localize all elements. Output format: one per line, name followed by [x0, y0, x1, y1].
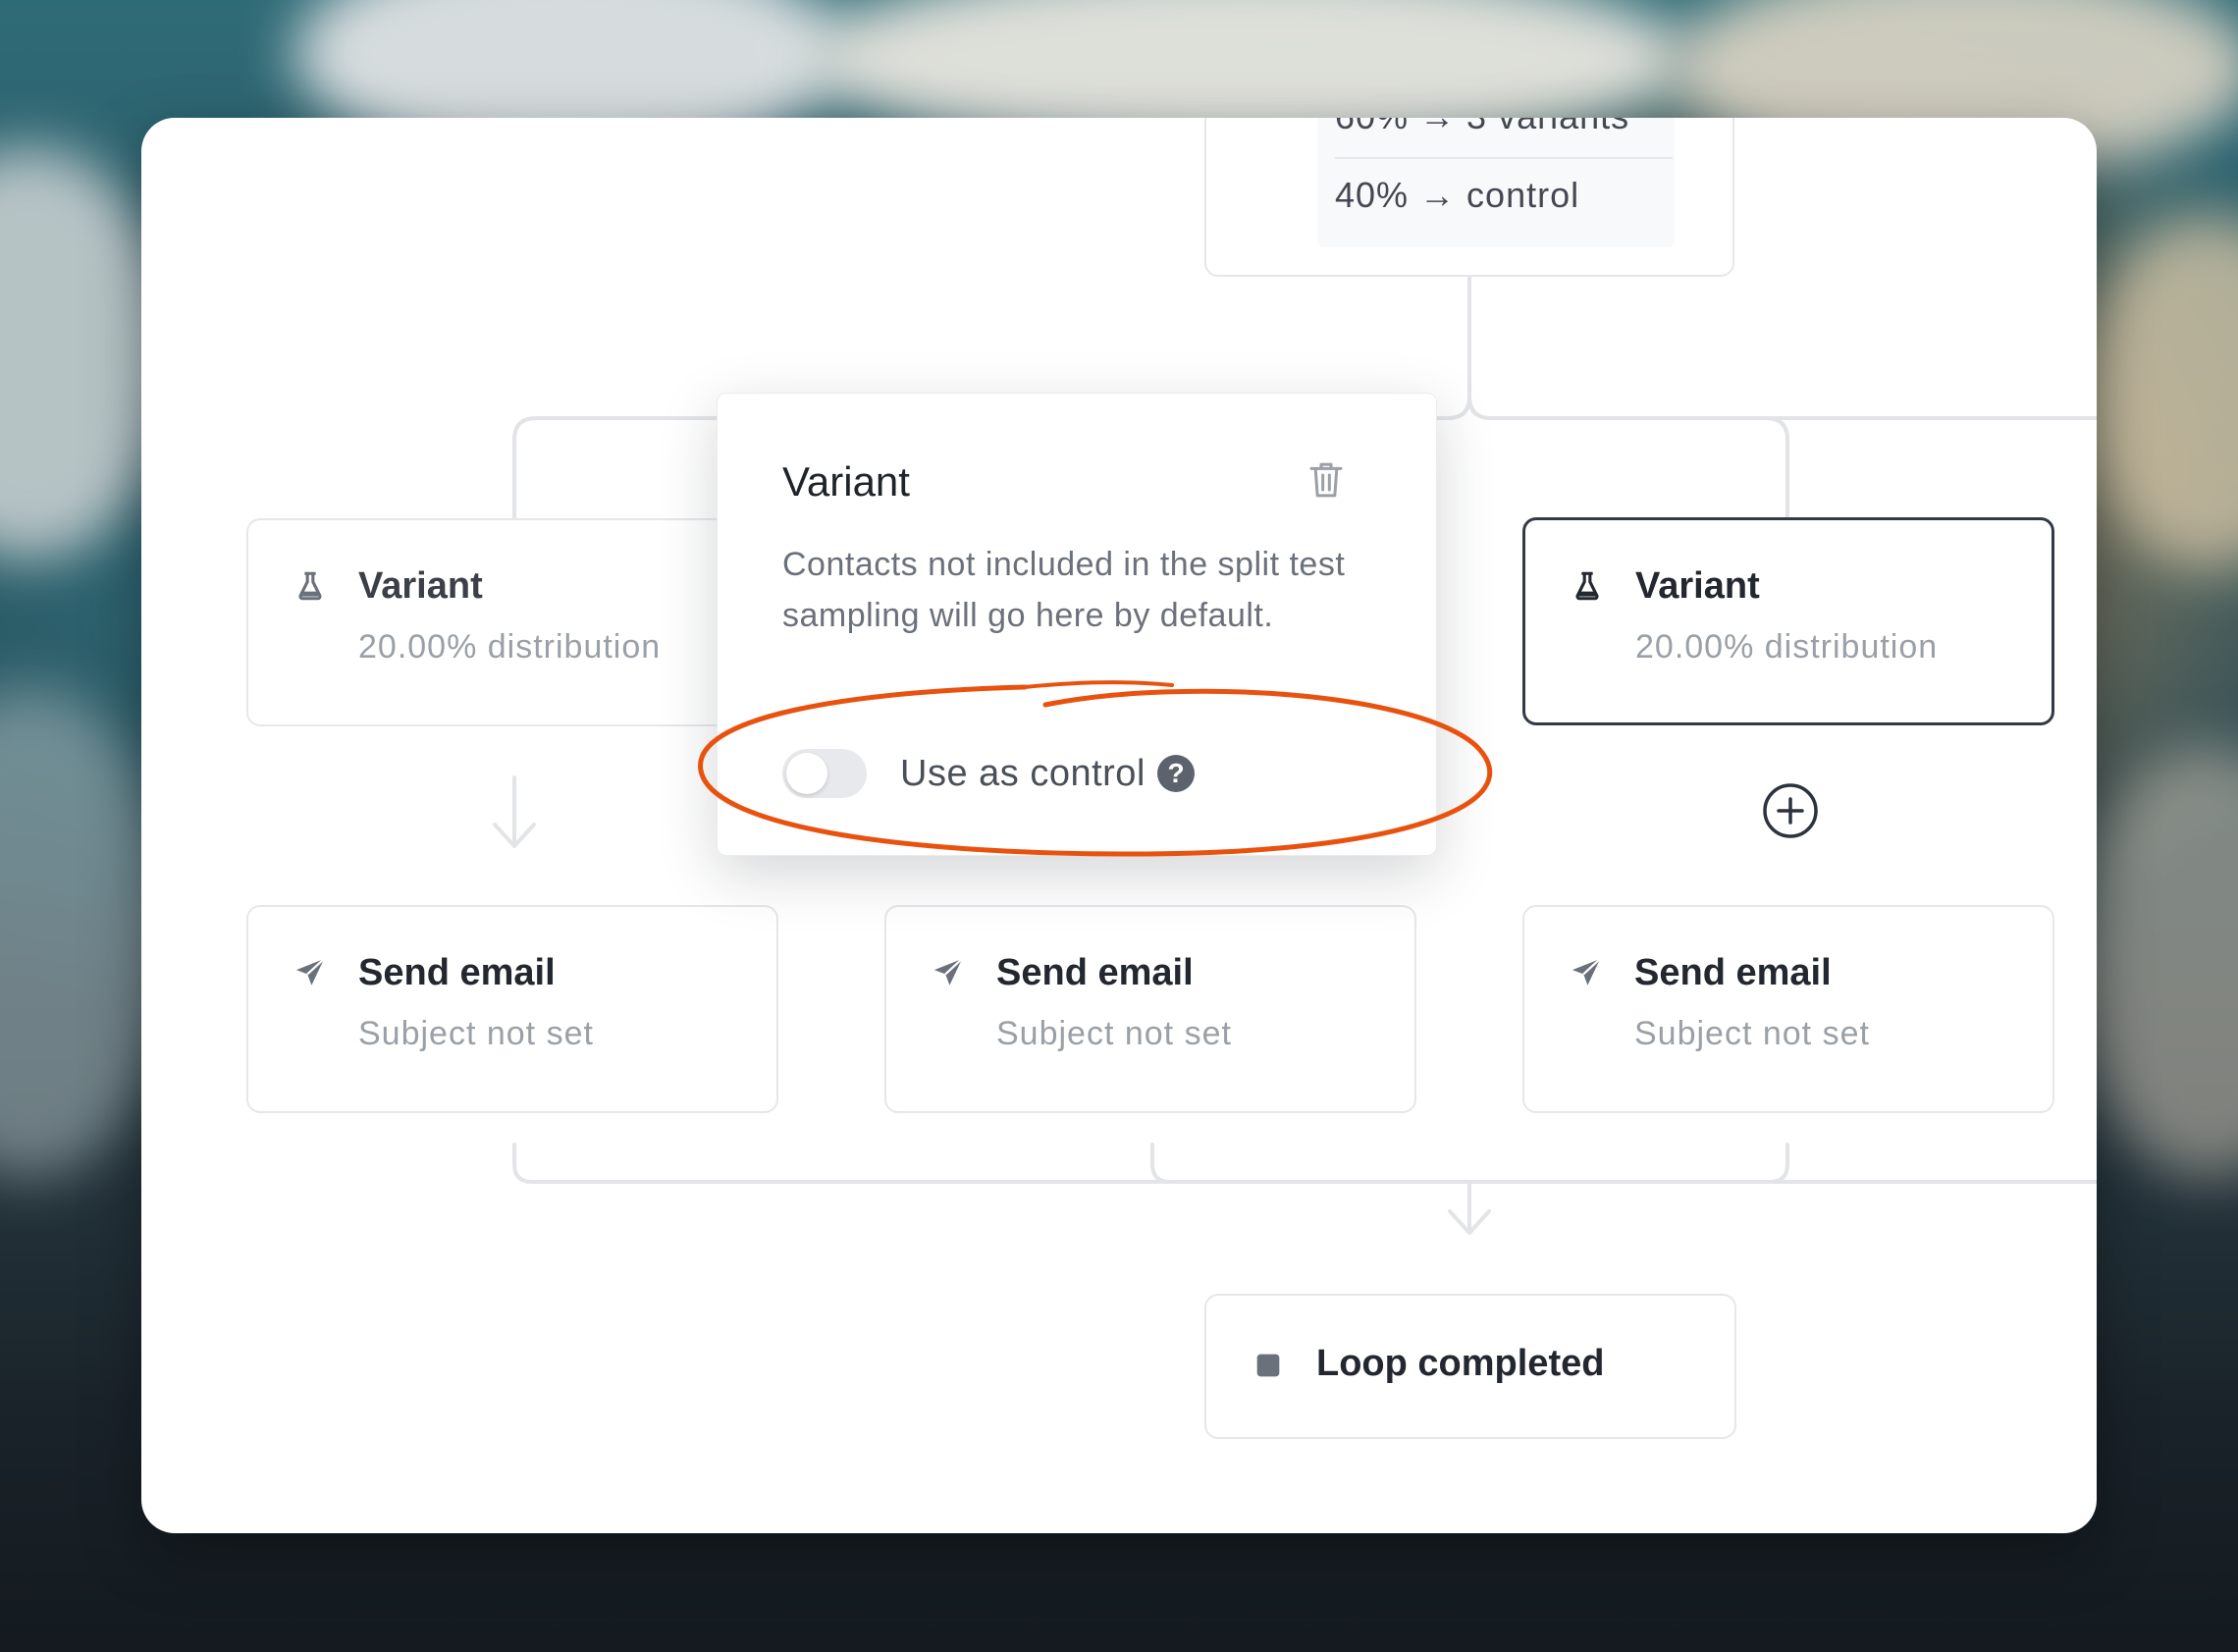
paper-plane-icon — [933, 957, 963, 986]
toggle-knob — [786, 753, 827, 794]
add-step-button[interactable] — [1761, 781, 1820, 840]
variant-distribution: 20.00% distribution — [358, 628, 662, 666]
use-as-control-label: Use as control — [900, 753, 1146, 794]
send-email-node-left[interactable]: Send email Subject not set — [246, 905, 778, 1113]
split-row-variants: 60% → 3 variants — [1335, 118, 1629, 137]
flask-icon — [298, 571, 322, 601]
variant-node-right[interactable]: Variant 20.00% distribution — [1522, 517, 2054, 725]
popover-description: Contacts not included in the split test … — [782, 546, 1346, 634]
flask-icon — [1575, 571, 1599, 601]
email-subject-status: Subject not set — [358, 1015, 594, 1052]
send-email-title: Send email — [996, 952, 1194, 993]
popover-title: Variant — [782, 458, 910, 505]
send-email-node-middle[interactable]: Send email Subject not set — [884, 905, 1416, 1113]
send-email-title: Send email — [1634, 952, 1832, 993]
trash-icon[interactable] — [1306, 458, 1346, 502]
variant-distribution: 20.00% distribution — [1635, 628, 1939, 666]
paper-plane-icon — [1572, 957, 1601, 986]
workflow-canvas: 60% → 3 variants 40% → control Variant 2… — [141, 118, 2097, 1533]
variant-title: Variant — [358, 565, 483, 607]
stop-square-icon — [1256, 1354, 1280, 1377]
use-as-control-toggle[interactable] — [782, 749, 867, 798]
split-divider — [1335, 157, 1673, 159]
help-icon[interactable]: ? — [1157, 755, 1195, 792]
email-subject-status: Subject not set — [1634, 1015, 1870, 1052]
paper-plane-icon — [295, 957, 325, 986]
loop-completed-title: Loop completed — [1316, 1343, 1605, 1384]
variant-title: Variant — [1635, 565, 1760, 607]
variant-node-left[interactable]: Variant 20.00% distribution — [246, 518, 782, 726]
send-email-title: Send email — [358, 952, 556, 993]
variant-popover: Variant Contacts not included in the spl… — [717, 393, 1437, 856]
split-row-control: 40% → control — [1335, 175, 1580, 215]
loop-completed-node[interactable]: Loop completed — [1204, 1294, 1736, 1439]
send-email-node-right[interactable]: Send email Subject not set — [1522, 905, 2054, 1113]
email-subject-status: Subject not set — [996, 1015, 1232, 1052]
